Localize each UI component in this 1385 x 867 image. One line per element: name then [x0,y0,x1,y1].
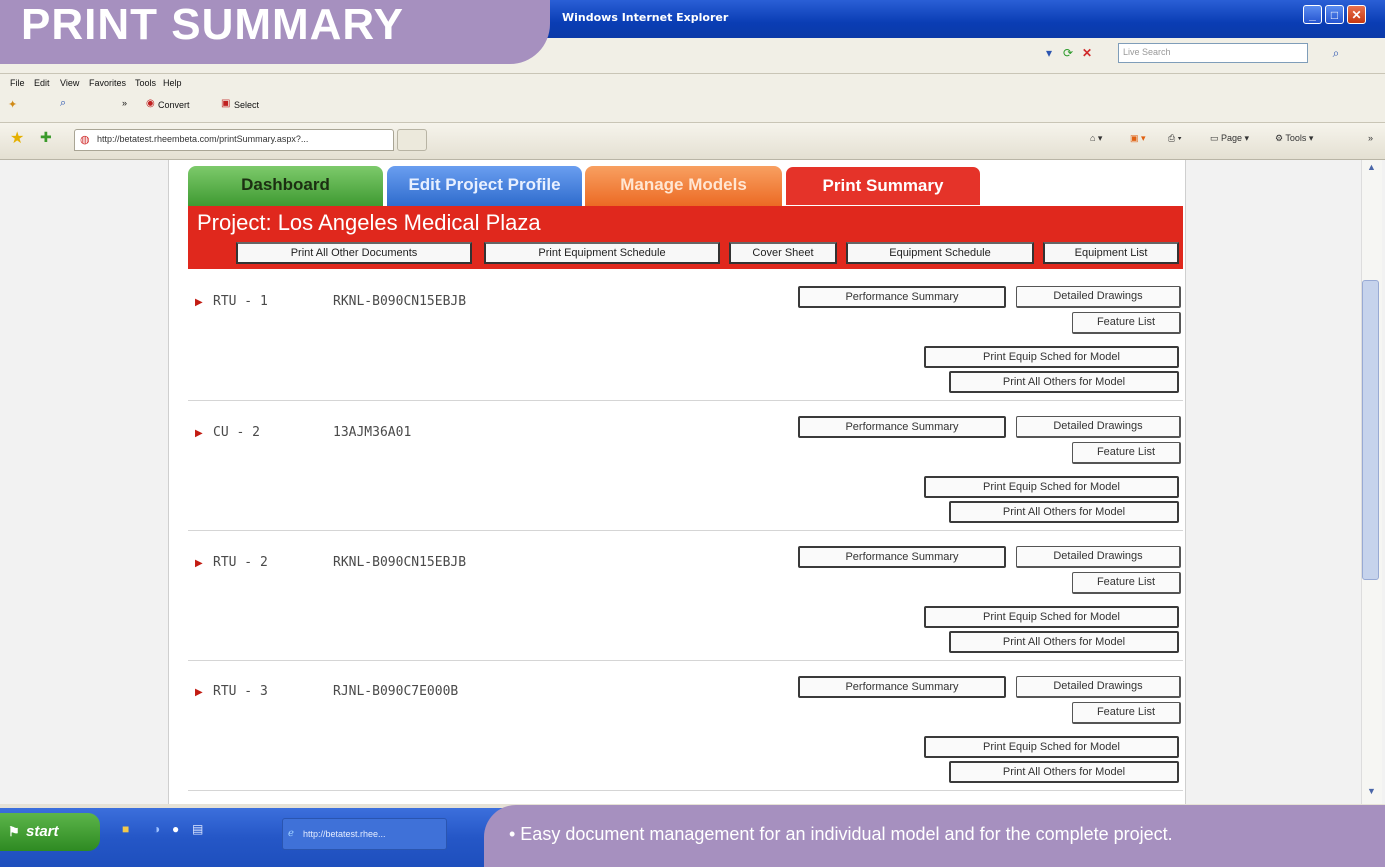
performance-summary-button[interactable]: Performance Summary [798,286,1006,308]
detailed-drawings-button[interactable]: Detailed Drawings [1016,546,1181,568]
menu-help[interactable]: Help [163,78,182,88]
row-divider [188,530,1183,531]
scrollbar-thumb[interactable] [1362,280,1379,580]
expand-arrow-icon[interactable]: ▶ [195,297,203,308]
caption-text: • Easy document management for an indivi… [509,824,1173,844]
page-menu-label: Page [1221,133,1243,143]
banner-title: PRINT SUMMARY [21,0,404,49]
close-button[interactable]: ✕ [1347,5,1366,24]
scroll-down-icon[interactable]: ▼ [1367,786,1376,796]
tab-manage-models[interactable]: Manage Models [585,166,782,206]
maximize-button[interactable]: □ [1325,5,1344,24]
feeds-icon[interactable]: ▣ ▾ [1130,133,1146,144]
taskbar-window-label: http://betatest.rhee... [303,829,386,839]
scroll-up-icon[interactable]: ▲ [1367,162,1376,172]
detailed-drawings-button[interactable]: Detailed Drawings [1016,676,1181,698]
row-divider [188,790,1183,791]
print-all-other-documents-button[interactable]: Print All Other Documents [236,242,472,264]
stop-icon[interactable]: ✕ [1079,45,1095,61]
overflow-chevron-icon[interactable]: » [1368,133,1373,143]
quicklaunch-ie-icon[interactable]: ◑ [153,822,160,836]
ie-icon: ℯ [288,828,294,839]
print-icon[interactable]: ⎙ ▾ [1168,133,1181,144]
performance-summary-button[interactable]: Performance Summary [798,546,1006,568]
feature-list-button[interactable]: Feature List [1072,702,1181,724]
convert-button[interactable]: Convert [158,100,190,110]
taskbar-window-button[interactable]: ℯ http://betatest.rhee... [282,818,447,850]
new-tab-button[interactable] [397,129,427,151]
detailed-drawings-button[interactable]: Detailed Drawings [1016,286,1181,308]
menu-view[interactable]: View [60,78,79,88]
quicklaunch-media-icon[interactable]: ● [172,822,179,836]
quicklaunch-desktop-icon[interactable]: ▤ [192,822,203,836]
performance-summary-button[interactable]: Performance Summary [798,676,1006,698]
quicklaunch-folder-icon[interactable]: ■ [122,822,129,836]
print-all-others-for-model-button[interactable]: Print All Others for Model [949,631,1179,653]
feature-list-button[interactable]: Feature List [1072,572,1181,594]
model-number: 13AJM36A01 [333,425,412,440]
expand-arrow-icon[interactable]: ▶ [195,428,203,439]
model-number: RKNL-B090CN15EBJB [333,555,467,570]
print-all-others-for-model-button[interactable]: Print All Others for Model [949,501,1179,523]
expand-arrow-icon[interactable]: ▶ [195,687,203,698]
dropdown-icon[interactable]: ▾ [1041,45,1057,61]
start-button[interactable]: ⚑ start [0,813,100,851]
model-number: RJNL-B090C7E000B [333,684,459,699]
print-equip-sched-for-model-button[interactable]: Print Equip Sched for Model [924,476,1179,498]
model-tag: RTU - 1 [213,294,268,309]
window-title: Windows Internet Explorer [562,11,729,24]
performance-summary-button[interactable]: Performance Summary [798,416,1006,438]
menu-file[interactable]: File [10,78,25,88]
select-icon: ▣ [221,98,231,109]
favorites-star-icon[interactable]: ★ [10,128,24,148]
tools-menu[interactable]: ⚙ Tools ▾ [1275,133,1313,144]
print-all-others-for-model-button[interactable]: Print All Others for Model [949,371,1179,393]
refresh-icon[interactable]: ⟳ [1060,45,1076,61]
row-divider [188,400,1183,401]
convert-icon: ◉ [146,98,155,109]
add-favorite-icon[interactable]: ✚ [40,129,52,146]
print-equip-sched-for-model-button[interactable]: Print Equip Sched for Model [924,346,1179,368]
browser-tab[interactable]: ◍ http://betatest.rheembeta.com/printSum… [74,129,394,151]
feature-list-button[interactable]: Feature List [1072,442,1181,464]
home-icon[interactable]: ⌂ ▾ [1090,133,1102,144]
model-tag: CU - 2 [213,425,260,440]
expand-arrow-icon[interactable]: ▶ [195,558,203,569]
model-tag: RTU - 2 [213,555,268,570]
row-divider [188,660,1183,661]
start-label: start [26,823,59,840]
model-number: RKNL-B090CN15EBJB [333,294,467,309]
print-equip-sched-for-model-button[interactable]: Print Equip Sched for Model [924,736,1179,758]
back-icon[interactable]: ✦ [8,98,17,111]
equipment-list-button[interactable]: Equipment List [1043,242,1179,264]
tab-dashboard[interactable]: Dashboard [188,166,383,206]
search-input[interactable]: Live Search [1118,43,1308,63]
menu-edit[interactable]: Edit [34,78,50,88]
menu-tools[interactable]: Tools [135,78,156,88]
feature-list-button[interactable]: Feature List [1072,312,1181,334]
model-tag: RTU - 3 [213,684,268,699]
equipment-schedule-button[interactable]: Equipment Schedule [846,242,1034,264]
menu-favorites[interactable]: Favorites [89,78,126,88]
print-equipment-schedule-button[interactable]: Print Equipment Schedule [484,242,720,264]
page-menu[interactable]: ▭ Page ▾ [1210,133,1249,144]
select-button[interactable]: Select [234,100,259,110]
print-equip-sched-for-model-button[interactable]: Print Equip Sched for Model [924,606,1179,628]
minimize-button[interactable]: _ [1303,5,1322,24]
menu-toolbar: File Edit View Favorites Tools Help ✦ ⌕ … [0,74,1385,123]
detailed-drawings-button[interactable]: Detailed Drawings [1016,416,1181,438]
magnifier-icon[interactable]: ⌕ [60,97,66,110]
tab-url: http://betatest.rheembeta.com/printSumma… [97,134,309,144]
cover-sheet-button[interactable]: Cover Sheet [729,242,837,264]
toolbar-chevron-icon[interactable]: » [122,98,127,108]
page-icon: ◍ [80,134,90,146]
project-title: Project: Los Angeles Medical Plaza [197,210,541,235]
tools-menu-label: Tools [1285,133,1307,143]
print-all-others-for-model-button[interactable]: Print All Others for Model [949,761,1179,783]
tab-edit-project-profile[interactable]: Edit Project Profile [387,166,582,206]
tab-print-summary[interactable]: Print Summary [785,166,981,206]
search-icon[interactable]: ⌕ [1328,45,1344,61]
windows-logo-icon: ⚑ [8,824,20,839]
